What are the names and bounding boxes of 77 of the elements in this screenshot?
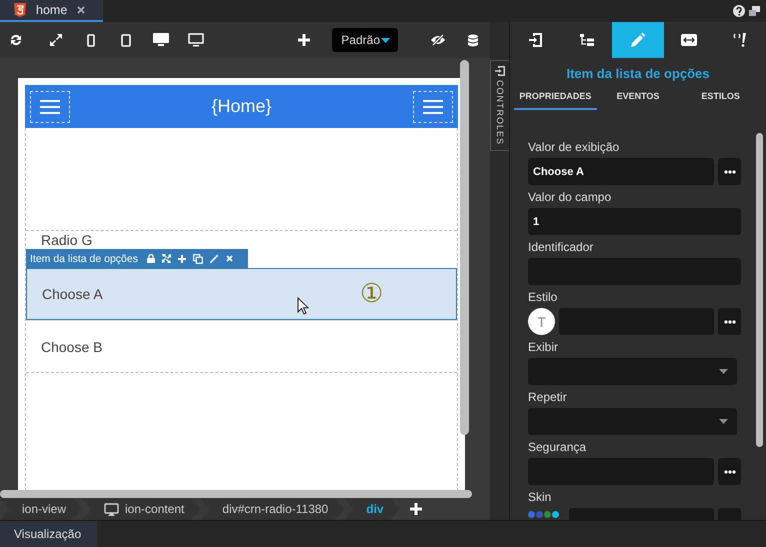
breadcrumb[interactable]: ion-view — [0, 498, 82, 520]
more-icon — [724, 470, 736, 474]
subtab[interactable]: EVENTOS — [596, 88, 680, 110]
help-icon[interactable] — [733, 5, 745, 17]
eye-slash-icon[interactable] — [430, 34, 446, 46]
add-icon[interactable] — [298, 34, 310, 46]
desktop-icon[interactable] — [152, 33, 168, 47]
field-label: Valor de exibição — [528, 140, 620, 155]
input-field[interactable]: 1 — [528, 208, 741, 235]
header-title: {Home} — [211, 96, 272, 117]
field-label: Segurança — [528, 440, 588, 455]
add-icon[interactable] — [410, 503, 422, 515]
code-icon — [733, 33, 748, 47]
close-icon[interactable] — [77, 6, 86, 14]
list-item[interactable]: Choose A ① — [26, 268, 457, 320]
resize-icon — [681, 34, 698, 46]
panel-title: Item da lista de opções — [565, 66, 711, 81]
copy-icon[interactable] — [192, 254, 203, 264]
skin-swatch[interactable] — [528, 511, 535, 518]
screen-icon — [104, 502, 120, 516]
caret-icon — [719, 369, 728, 374]
lock-icon[interactable] — [146, 254, 155, 263]
breadcrumb[interactable]: div#crn-radio-11380 — [200, 498, 344, 520]
select-field[interactable] — [528, 408, 737, 435]
menu-icon[interactable] — [422, 98, 443, 114]
more-button[interactable] — [718, 308, 741, 335]
view-tab[interactable]: Visualização — [0, 521, 97, 547]
more-icon — [724, 170, 736, 174]
caret-icon — [381, 38, 390, 42]
magic-wand-icon[interactable] — [210, 254, 219, 263]
caret-icon — [719, 419, 728, 424]
tree-icon — [580, 34, 594, 46]
more-icon — [724, 320, 736, 324]
selection-label: Item da lista de opções — [30, 252, 138, 264]
expand-icon[interactable] — [50, 34, 62, 46]
more-button[interactable] — [718, 158, 741, 185]
plus-icon[interactable] — [178, 254, 186, 262]
step-number-label: ① — [360, 280, 383, 306]
enter-icon — [495, 66, 505, 76]
list-item[interactable]: Choose B — [26, 320, 457, 372]
vertical-scrollbar[interactable] — [756, 133, 763, 447]
cursor-icon — [297, 297, 309, 315]
field-label: Exibir — [528, 340, 560, 355]
database-icon[interactable] — [466, 34, 478, 46]
html5-icon — [14, 3, 26, 17]
tablet-icon[interactable] — [120, 34, 130, 46]
field-label: Estilo — [528, 290, 558, 305]
subtab[interactable]: ESTILOS — [679, 88, 762, 110]
monitor-icon[interactable] — [188, 33, 204, 47]
refresh-icon[interactable] — [9, 33, 23, 47]
pencil-icon — [631, 33, 645, 47]
field-label: Identificador — [528, 240, 594, 255]
input-field[interactable]: Choose A — [528, 158, 714, 185]
horizontal-scrollbar[interactable] — [0, 490, 472, 498]
menu-icon[interactable] — [40, 98, 60, 114]
preset-dropdown[interactable]: Padrão — [332, 28, 398, 52]
breadcrumb[interactable]: ion-content — [82, 498, 200, 520]
skin-swatch[interactable] — [552, 511, 559, 518]
vertical-scrollbar[interactable] — [460, 60, 469, 435]
controls-tab[interactable]: CONTROLES — [490, 60, 509, 152]
subtab[interactable]: PROPRIEDADES — [514, 88, 597, 110]
menu-button[interactable] — [30, 90, 70, 122]
field-label: Skin — [528, 490, 552, 505]
restore-window-icon[interactable] — [749, 6, 760, 16]
select-field[interactable] — [528, 358, 737, 385]
menu-button[interactable] — [412, 90, 453, 122]
field-label: Repetir — [528, 390, 568, 405]
breadcrumb[interactable]: div — [344, 498, 400, 520]
list-item[interactable]: Radio G — [26, 231, 457, 249]
field-label: Valor do campo — [528, 190, 612, 205]
phone-icon[interactable] — [86, 34, 94, 46]
enter-icon — [529, 33, 542, 47]
more-button[interactable] — [718, 458, 741, 485]
document-tab[interactable]: home — [0, 0, 104, 22]
tab-title: home — [36, 3, 68, 17]
skin-swatch[interactable] — [536, 511, 543, 518]
skin-swatch[interactable] — [544, 511, 551, 518]
